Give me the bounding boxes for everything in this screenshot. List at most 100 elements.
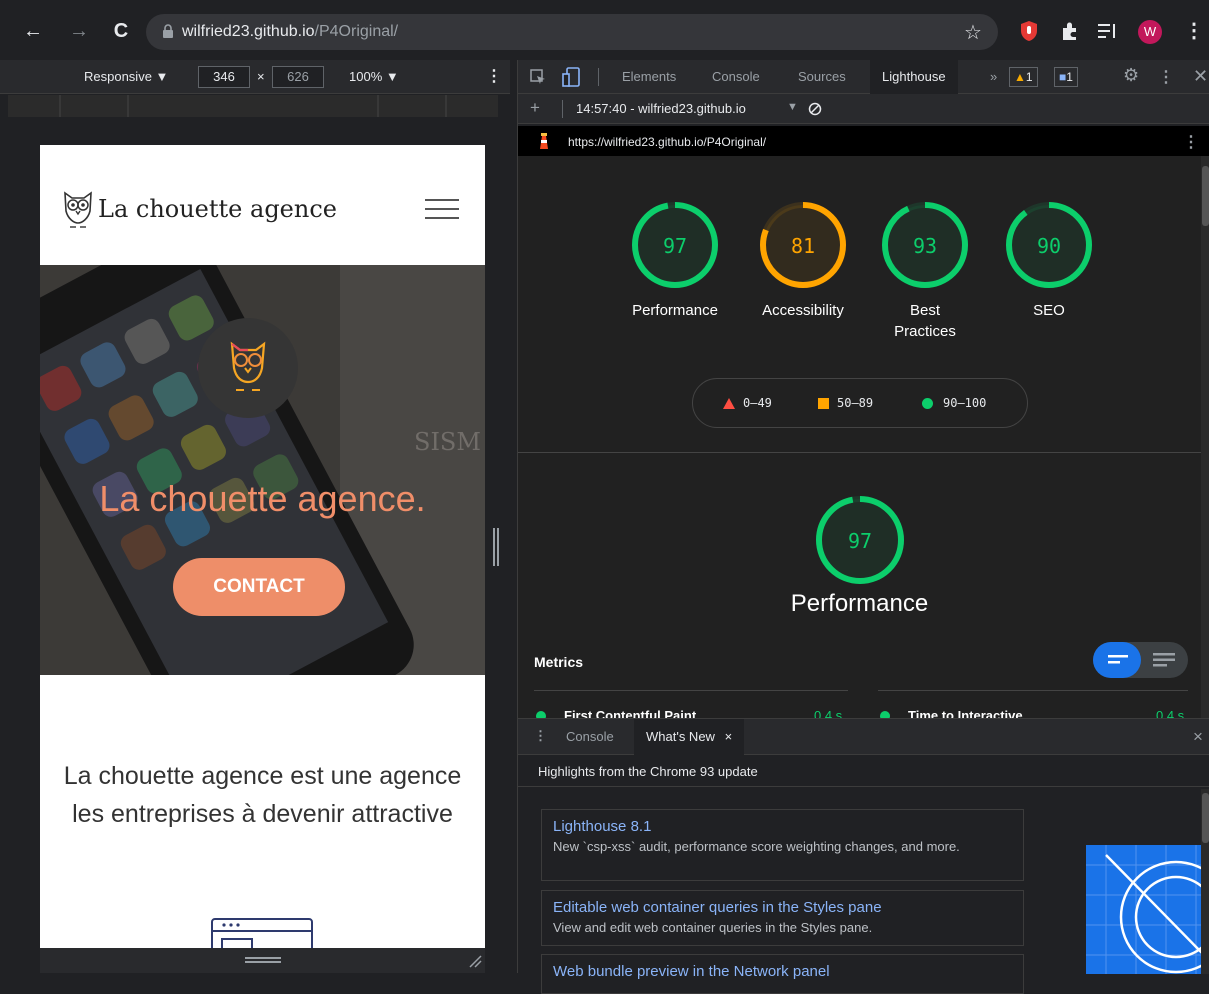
news-title[interactable]: Editable web container queries in the St… (553, 899, 1012, 916)
message-count: 1 (1066, 70, 1073, 84)
device-toggle-icon[interactable] (562, 67, 580, 87)
browser-menu-icon[interactable]: ⋮ (1184, 18, 1204, 43)
metric-fcp-value: 0.4 s (814, 708, 843, 718)
hero-section: SISM La chouette agence. CONTACT (40, 265, 485, 675)
metric-tti-name: Time to Interactive (908, 708, 1023, 718)
gauge-score-text: 81 (791, 234, 815, 258)
gauge-seo[interactable]: 90 (1004, 200, 1094, 290)
metric-pass-icon (880, 711, 890, 718)
metrics-view-toggle[interactable] (1093, 642, 1188, 678)
device-toolbar: Responsive ▼ 346 × 626 100% ▼ ⋮ (0, 60, 510, 94)
bookmark-star-icon[interactable]: ☆ (964, 20, 982, 45)
news-description: View and edit web container queries in t… (553, 920, 873, 935)
address-bar[interactable]: wilfried23.github.io/P4Original/ ☆ (146, 14, 998, 50)
expanded-view-icon[interactable] (1153, 653, 1175, 667)
service-browser-icon (211, 918, 313, 948)
toggle-list-view[interactable] (1093, 642, 1141, 678)
tab-console[interactable]: Console (712, 60, 760, 94)
messages-badge[interactable]: ■1 (1054, 67, 1078, 87)
news-card[interactable]: Lighthouse 8.1 New `csp-xss` audit, perf… (541, 809, 1024, 881)
tab-sources[interactable]: Sources (798, 60, 846, 94)
side-resize-handle-icon[interactable] (492, 528, 500, 566)
device-toolbar-menu-icon[interactable]: ⋮ (486, 66, 502, 86)
report-scrollbar[interactable] (1201, 156, 1209, 718)
gauge-score-text: 93 (913, 234, 937, 258)
tab-divider (598, 68, 599, 86)
url-host: wilfried23.github.io (182, 23, 315, 40)
back-icon[interactable]: ← (22, 20, 44, 42)
drawer-tab-whats-new-label: What's New (646, 729, 715, 744)
reload-icon[interactable]: C (110, 20, 132, 42)
extension-shield-icon[interactable] (1019, 20, 1039, 42)
performance-gauge-large: 97 (814, 494, 906, 586)
gauge-best-practices[interactable]: 93 (880, 200, 970, 290)
performance-score-text: 97 (848, 529, 872, 553)
clear-reports-icon[interactable] (808, 102, 822, 116)
site-header: La chouette agence (40, 145, 485, 265)
drawer-tab-console[interactable]: Console (566, 729, 614, 744)
performance-title: Performance (790, 590, 929, 617)
legend-average-icon (818, 398, 829, 409)
metric-divider (878, 690, 1188, 691)
scrollbar-thumb[interactable] (1202, 166, 1209, 226)
drawer-menu-icon[interactable]: ⋮ (534, 728, 547, 744)
media-query-ruler[interactable] (8, 95, 498, 117)
section-divider (518, 452, 1201, 453)
contact-button[interactable]: CONTACT (173, 558, 345, 616)
warnings-badge[interactable]: ▲1 (1009, 67, 1038, 87)
viewport-resize-bar[interactable] (40, 948, 485, 973)
inspect-element-icon[interactable] (530, 69, 546, 85)
gauge-label-performance: Performance (632, 302, 718, 319)
dimension-separator: × (257, 69, 265, 84)
forward-icon[interactable]: → (68, 20, 90, 42)
intro-line-1: La chouette agence est une agence (63, 762, 462, 790)
metric-divider (534, 690, 848, 691)
hero-title: La chouette agence. (99, 478, 426, 519)
report-select-caret[interactable]: ▼ (787, 101, 798, 113)
devtools-tabbar: Elements Console Sources Lighthouse » ▲1… (518, 60, 1209, 94)
new-report-button[interactable]: + (530, 98, 540, 118)
score-legend: 0–49 50–89 90–100 (692, 378, 1028, 428)
lock-icon (163, 24, 173, 38)
devtools-menu-icon[interactable]: ⋮ (1158, 67, 1174, 87)
gauge-score-text: 97 (663, 234, 687, 258)
drawer-tab-whats-new[interactable]: What's New × (634, 719, 745, 755)
zoom-select[interactable]: 100% ▼ (349, 69, 399, 84)
report-menu-icon[interactable]: ⋮ (1183, 132, 1199, 152)
devtools-drawer: ⋮ Console What's New × × Highlights from… (518, 718, 1209, 994)
more-tabs-button[interactable]: » (990, 60, 997, 94)
close-tab-icon[interactable]: × (725, 729, 733, 744)
url-text: wilfried23.github.io/P4Original/ (182, 23, 398, 41)
devtools-panel: Elements Console Sources Lighthouse » ▲1… (517, 60, 1209, 994)
close-drawer-icon[interactable]: × (1193, 727, 1203, 747)
close-devtools-icon[interactable]: ✕ (1193, 66, 1208, 87)
hero-owl-icon (230, 341, 266, 391)
viewport-width-input[interactable]: 346 (198, 66, 250, 88)
gauge-performance[interactable]: 97 (630, 200, 720, 290)
site-logo-text[interactable]: La chouette agence (98, 195, 337, 223)
gauge-score-text: 90 (1037, 234, 1061, 258)
extensions-puzzle-icon[interactable] (1059, 20, 1081, 42)
corner-resize-icon[interactable] (468, 954, 482, 968)
news-card[interactable]: Web bundle preview in the Network panel (541, 954, 1024, 994)
report-select[interactable]: 14:57:40 - wilfried23.github.io (576, 101, 746, 116)
news-card[interactable]: Editable web container queries in the St… (541, 890, 1024, 946)
gauge-accessibility[interactable]: 81 (758, 200, 848, 290)
metric-pass-icon (536, 711, 546, 718)
profile-avatar[interactable]: W (1138, 20, 1162, 44)
tab-elements[interactable]: Elements (622, 60, 676, 94)
resize-grip-icon[interactable] (245, 956, 281, 964)
news-title[interactable]: Web bundle preview in the Network panel (553, 963, 1012, 980)
hamburger-menu-icon[interactable] (425, 198, 459, 220)
settings-gear-icon[interactable]: ⚙ (1123, 65, 1139, 86)
legend-pass-range: 90–100 (943, 396, 987, 410)
drawer-scrollbar[interactable] (1201, 789, 1209, 974)
highlights-title: Highlights from the Chrome 93 update (538, 764, 758, 779)
drawer-scrollbar-thumb[interactable] (1202, 793, 1209, 843)
viewport-height-input[interactable]: 626 (272, 66, 324, 88)
media-queue-icon[interactable] (1098, 22, 1118, 40)
device-mode-select[interactable]: Responsive ▼ (84, 69, 168, 84)
news-title[interactable]: Lighthouse 8.1 (553, 818, 1012, 835)
audited-url[interactable]: https://wilfried23.github.io/P4Original/ (568, 135, 766, 149)
tab-lighthouse[interactable]: Lighthouse (870, 60, 958, 94)
